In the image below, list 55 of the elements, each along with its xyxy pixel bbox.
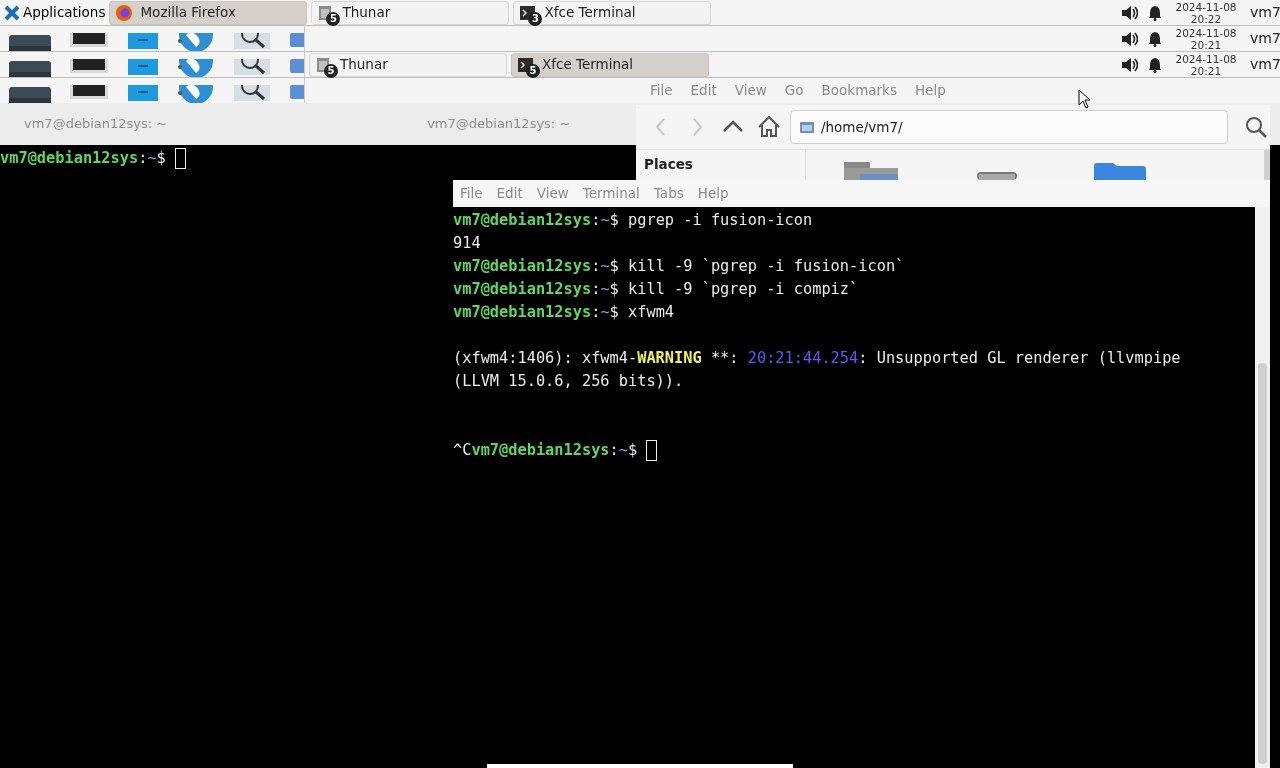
cabinet-icon[interactable] — [126, 33, 160, 51]
drive-icon[interactable] — [8, 85, 52, 103]
clock-time[interactable]: 20:21 — [1190, 64, 1222, 77]
browser-icon — [114, 2, 135, 23]
taskbar-button[interactable]: Mozilla Firefox — [109, 0, 308, 25]
terminal-line: vm7@debian12sys:~$ — [0, 149, 167, 167]
count-badge: 5 — [326, 11, 341, 26]
sidebar-heading: Places — [644, 156, 693, 172]
taskbar-button[interactable]: 5 Thunar — [309, 52, 507, 77]
clock-time[interactable]: 20:21 — [1190, 38, 1222, 51]
clock-date[interactable]: 2024-11-08 — [1175, 0, 1237, 13]
taskbar-button[interactable]: 5 Thunar — [311, 0, 510, 25]
user-name[interactable]: vm7 — [1250, 54, 1278, 75]
window-title: vm7@debian12sys: ~ — [427, 115, 571, 134]
search-icon[interactable] — [232, 85, 272, 103]
speaker-icon[interactable] — [1120, 56, 1138, 73]
user-name[interactable]: vm7 — [1250, 2, 1278, 23]
terminal-line: (LLVM 15.0.6, 256 bits)). — [453, 372, 684, 390]
terminal-line: (xfwm4:1406): xfwm4-WARNING **: 20:21:44.254: Unsupported GL renderer (llvmpipe — [453, 349, 1181, 367]
applications-menu-button[interactable]: Applications — [0, 0, 110, 26]
bell-icon[interactable] — [1148, 4, 1162, 21]
bell-icon[interactable] — [1148, 56, 1162, 73]
scrollbar-thumb[interactable] — [1258, 363, 1267, 764]
terminal-line: ^Cvm7@debian12sys:~$ — [453, 441, 639, 459]
search-icon[interactable] — [1244, 115, 1268, 139]
user-name[interactable]: vm7 — [1250, 28, 1278, 49]
speaker-icon[interactable] — [1120, 4, 1138, 21]
cabinet-icon[interactable] — [126, 59, 160, 77]
search-icon[interactable] — [232, 33, 272, 51]
xfce-logo-icon — [4, 4, 20, 21]
count-badge: 5 — [526, 63, 540, 78]
scrollbar[interactable] — [1255, 207, 1270, 768]
scrollbar[interactable] — [1264, 150, 1270, 180]
drive-icon[interactable] — [8, 33, 52, 51]
location-field[interactable]: /home/vm7/ — [790, 110, 1228, 144]
bell-icon[interactable] — [1148, 30, 1162, 47]
location-text: /home/vm7/ — [821, 117, 903, 137]
clock-date[interactable]: 2024-11-08 — [1175, 52, 1237, 65]
drive-icon[interactable] — [8, 59, 52, 77]
terminal-line: 914 — [453, 234, 481, 252]
clock-time[interactable]: 20:22 — [1190, 12, 1222, 25]
taskbar-button[interactable]: 5 Xfce Terminal — [511, 52, 709, 77]
taskbar-button[interactable]: 3 Xfce Terminal — [513, 0, 712, 25]
terminal-line: vm7@debian12sys:~$ xfwm4 — [453, 303, 675, 321]
clock-date[interactable]: 2024-11-08 — [1175, 26, 1237, 39]
drive-icon — [975, 172, 1019, 180]
count-badge: 5 — [324, 63, 338, 78]
terminal-line: vm7@debian12sys:~$ pgrep -i fusion-icon — [453, 211, 813, 229]
terminal-line: vm7@debian12sys:~$ kill -9 `pgrep -i compiz` — [453, 280, 859, 298]
terminal-line: vm7@debian12sys:~$ kill -9 `pgrep -i fusion-icon` — [453, 257, 905, 275]
count-badge: 3 — [528, 11, 543, 26]
search-icon[interactable] — [232, 59, 272, 77]
window-title: vm7@debian12sys: ~ — [24, 115, 168, 134]
cabinet-icon[interactable] — [126, 85, 160, 103]
speaker-icon[interactable] — [1120, 30, 1138, 47]
